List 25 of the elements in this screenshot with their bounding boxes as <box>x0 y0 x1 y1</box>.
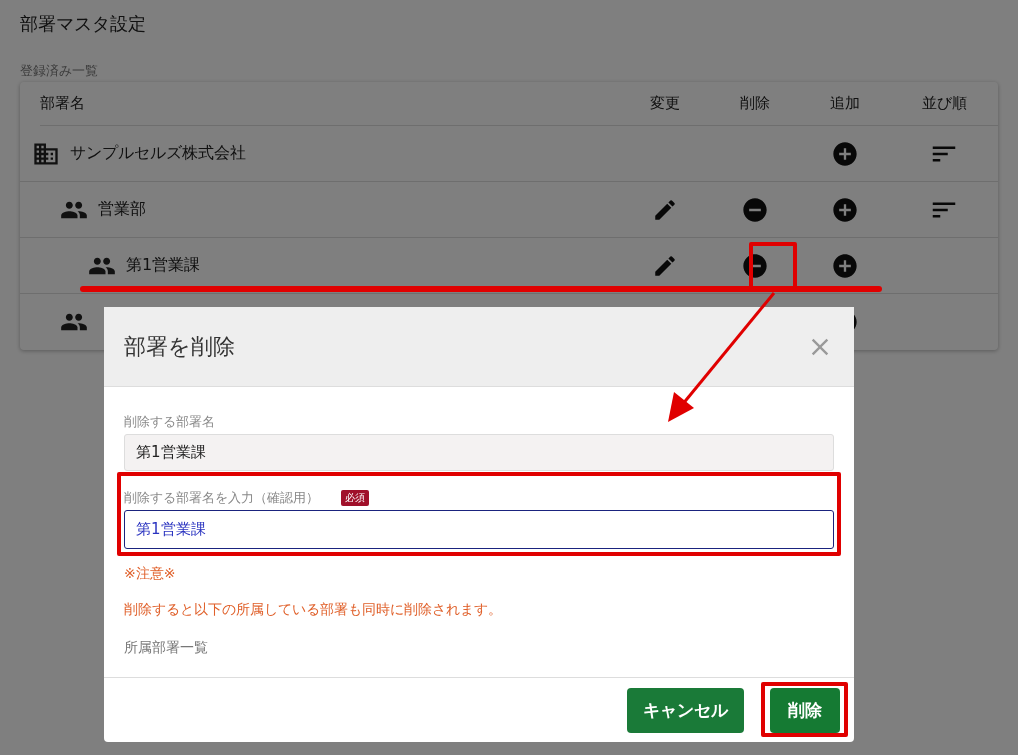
department-name: 第1営業課 <box>126 255 201 276</box>
column-header: 削除 <box>739 94 771 113</box>
field-label: 削除する部署名を入力（確認用） <box>124 489 319 507</box>
add-button[interactable] <box>831 139 859 168</box>
warning-title: ※注意※ <box>124 565 177 583</box>
required-badge: 必須 <box>341 490 369 506</box>
dialog-title: 部署を削除 <box>124 332 235 361</box>
warning-text: 削除すると以下の所属している部署も同時に削除されます。 <box>124 601 503 619</box>
department-name-field[interactable]: 第1営業課 <box>124 434 834 471</box>
confirm-input-field[interactable]: 第1営業課 <box>124 510 834 549</box>
remove-button[interactable] <box>741 251 769 280</box>
add-button[interactable] <box>831 251 859 280</box>
column-header: 並び順 <box>920 94 968 113</box>
remove-button[interactable] <box>741 195 769 224</box>
delete-button[interactable]: 削除 <box>770 687 840 733</box>
column-header: 追加 <box>829 94 861 113</box>
department-name: サンプルセルズ株式会社 <box>70 143 246 164</box>
page-title: 部署マスタ設定 <box>20 12 147 36</box>
department-name: 営業部 <box>98 199 146 220</box>
column-header: 変更 <box>649 94 681 113</box>
add-button[interactable] <box>831 195 859 224</box>
cancel-button[interactable]: キャンセル <box>627 687 744 733</box>
children-label: 所属部署一覧 <box>124 639 209 657</box>
column-header: 部署名 <box>40 94 86 113</box>
field-label: 削除する部署名 <box>124 413 216 431</box>
